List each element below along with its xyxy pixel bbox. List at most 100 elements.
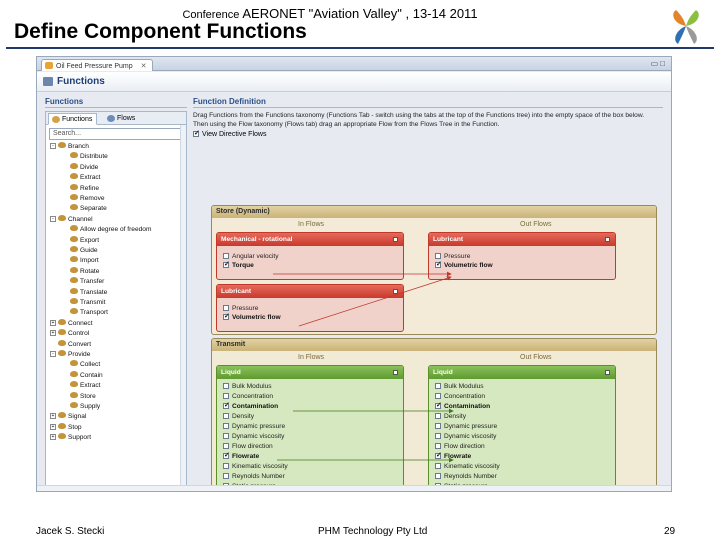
collapse-icon[interactable]: -	[50, 143, 56, 149]
conference-name: AERONET "Aviation Valley" , 13-14 2011	[242, 6, 478, 21]
tree-node-label: Signal	[68, 413, 87, 421]
function-icon	[58, 433, 66, 440]
close-icon[interactable]: ✕	[141, 63, 147, 70]
tree-node[interactable]: Collect	[62, 360, 100, 369]
tree-node[interactable]: - Channel	[50, 214, 93, 224]
expand-icon[interactable]: +	[50, 330, 56, 337]
tree-node[interactable]: Guide	[62, 246, 98, 255]
function-icon	[70, 277, 78, 284]
slide-title: Define Component Functions	[14, 20, 307, 43]
tree-node-label: Supply	[80, 403, 101, 410]
form-header: Functions	[37, 72, 671, 92]
function-icon	[70, 391, 78, 398]
tree-node-label: Rotate	[80, 267, 100, 275]
tree-node[interactable]: + Support	[50, 433, 91, 442]
tree-node[interactable]: Transport	[62, 308, 108, 317]
tree-node-label: Transport	[80, 309, 108, 317]
tree-node[interactable]: Translate	[62, 287, 107, 297]
editor-tab[interactable]: Oil Feed Pressure Pump ✕	[41, 59, 154, 71]
tree-node[interactable]: - Provide	[50, 350, 90, 359]
tab-functions[interactable]: Functions	[48, 113, 98, 125]
function-icon	[70, 204, 78, 211]
company-logo-icon	[673, 10, 699, 44]
function-icon	[70, 152, 78, 159]
tree-node-label: Transmit	[80, 299, 106, 306]
tab-flows-label: Flows	[117, 115, 136, 122]
tree-node[interactable]: Export	[62, 235, 100, 245]
tree-node-label: Contain	[80, 371, 103, 379]
scrollbar[interactable]	[180, 125, 186, 485]
tree-node[interactable]: Contain	[62, 370, 103, 380]
tree-node-label: Remove	[80, 195, 105, 202]
footer-author: Jacek S. Stecki	[36, 526, 105, 537]
tree-node[interactable]: - Branch	[50, 142, 89, 151]
tree-node[interactable]: + Control	[50, 329, 89, 338]
pump-icon	[45, 62, 53, 69]
tree-node-label: Provide	[68, 351, 91, 358]
function-icon	[70, 225, 78, 232]
tree-node[interactable]: Distribute	[62, 152, 108, 161]
tree-node[interactable]: Convert	[50, 339, 92, 349]
expand-icon[interactable]: +	[50, 434, 56, 441]
editor-tabbar: Oil Feed Pressure Pump ✕ ▭□	[37, 57, 671, 71]
tree-node[interactable]: Extract	[62, 173, 101, 182]
tree-node-label: Separate	[80, 205, 107, 213]
search-input[interactable]: Search...	[49, 128, 183, 140]
function-icon	[70, 194, 78, 200]
tree-node-label: Divide	[80, 163, 99, 171]
tree-node-label: Transfer	[80, 278, 105, 286]
collapse-icon[interactable]: -	[50, 215, 56, 222]
functions-section-label: Functions	[45, 97, 84, 106]
tree-node-label: Stop	[68, 423, 82, 431]
tree-node[interactable]: Supply	[62, 402, 100, 411]
title-rule	[6, 47, 714, 49]
functions-pane: Functions Flows Search... - Branch Distrib…	[45, 111, 187, 486]
tree-node[interactable]: Transmit	[62, 298, 105, 307]
window-controls[interactable]: ▭□	[651, 59, 667, 68]
tree-node[interactable]: Divide	[62, 162, 99, 172]
tree-node[interactable]: + Stop	[50, 422, 82, 432]
function-icon	[58, 422, 66, 429]
tree-node[interactable]: + Signal	[50, 412, 86, 421]
maximize-icon[interactable]: □	[660, 59, 667, 68]
function-icon	[70, 173, 78, 180]
function-icon	[70, 246, 78, 252]
tree-node-label: Guide	[80, 247, 98, 254]
tree-node[interactable]: Separate	[62, 204, 107, 213]
tree-node-label: Support	[68, 434, 92, 442]
function-icon	[70, 287, 78, 294]
page-number: 29	[664, 526, 676, 537]
expand-icon[interactable]: +	[50, 319, 56, 326]
tree-node[interactable]: Store	[62, 391, 96, 401]
tree-node-label: Control	[68, 330, 90, 338]
minimize-icon[interactable]: ▭	[651, 59, 661, 68]
function-icon	[70, 266, 78, 273]
tree-node-label: Convert	[68, 340, 92, 348]
function-icon	[58, 350, 66, 356]
tree-node-label: Allow degree of freedom	[80, 226, 152, 234]
tree-node[interactable]: Transfer	[62, 277, 104, 286]
form-title: Functions	[57, 76, 105, 87]
gear-icon	[52, 116, 60, 123]
tree-node[interactable]: Import	[62, 256, 99, 265]
tree-node-label: Export	[80, 236, 100, 244]
expand-icon[interactable]: +	[50, 423, 56, 430]
tree-node[interactable]: Extract	[62, 381, 101, 390]
tree-node-label: Store	[80, 392, 96, 400]
horizontal-scrollbar[interactable]	[37, 485, 671, 491]
footer-company: PHM Technology Pty Ltd	[318, 526, 428, 537]
collapse-icon[interactable]: -	[50, 351, 56, 357]
expand-icon[interactable]: +	[50, 413, 56, 420]
tree-node[interactable]: Remove	[62, 194, 105, 203]
tree-node[interactable]: Refine	[62, 183, 99, 193]
tree-node-label: Import	[80, 257, 99, 265]
tree-node[interactable]: Allow degree of freedom	[62, 225, 151, 234]
tab-flows[interactable]: Flows	[104, 113, 139, 125]
left-tabs: Functions Flows	[46, 112, 186, 125]
tree-node-label: Branch	[68, 143, 89, 150]
function-icon	[58, 412, 66, 419]
tree-node-label: Extract	[80, 382, 101, 390]
conference-header: Conference AERONET "Aviation Valley" , 1…	[0, 6, 660, 21]
tree-node[interactable]: + Connect	[50, 318, 93, 328]
tree-node[interactable]: Rotate	[62, 266, 100, 276]
